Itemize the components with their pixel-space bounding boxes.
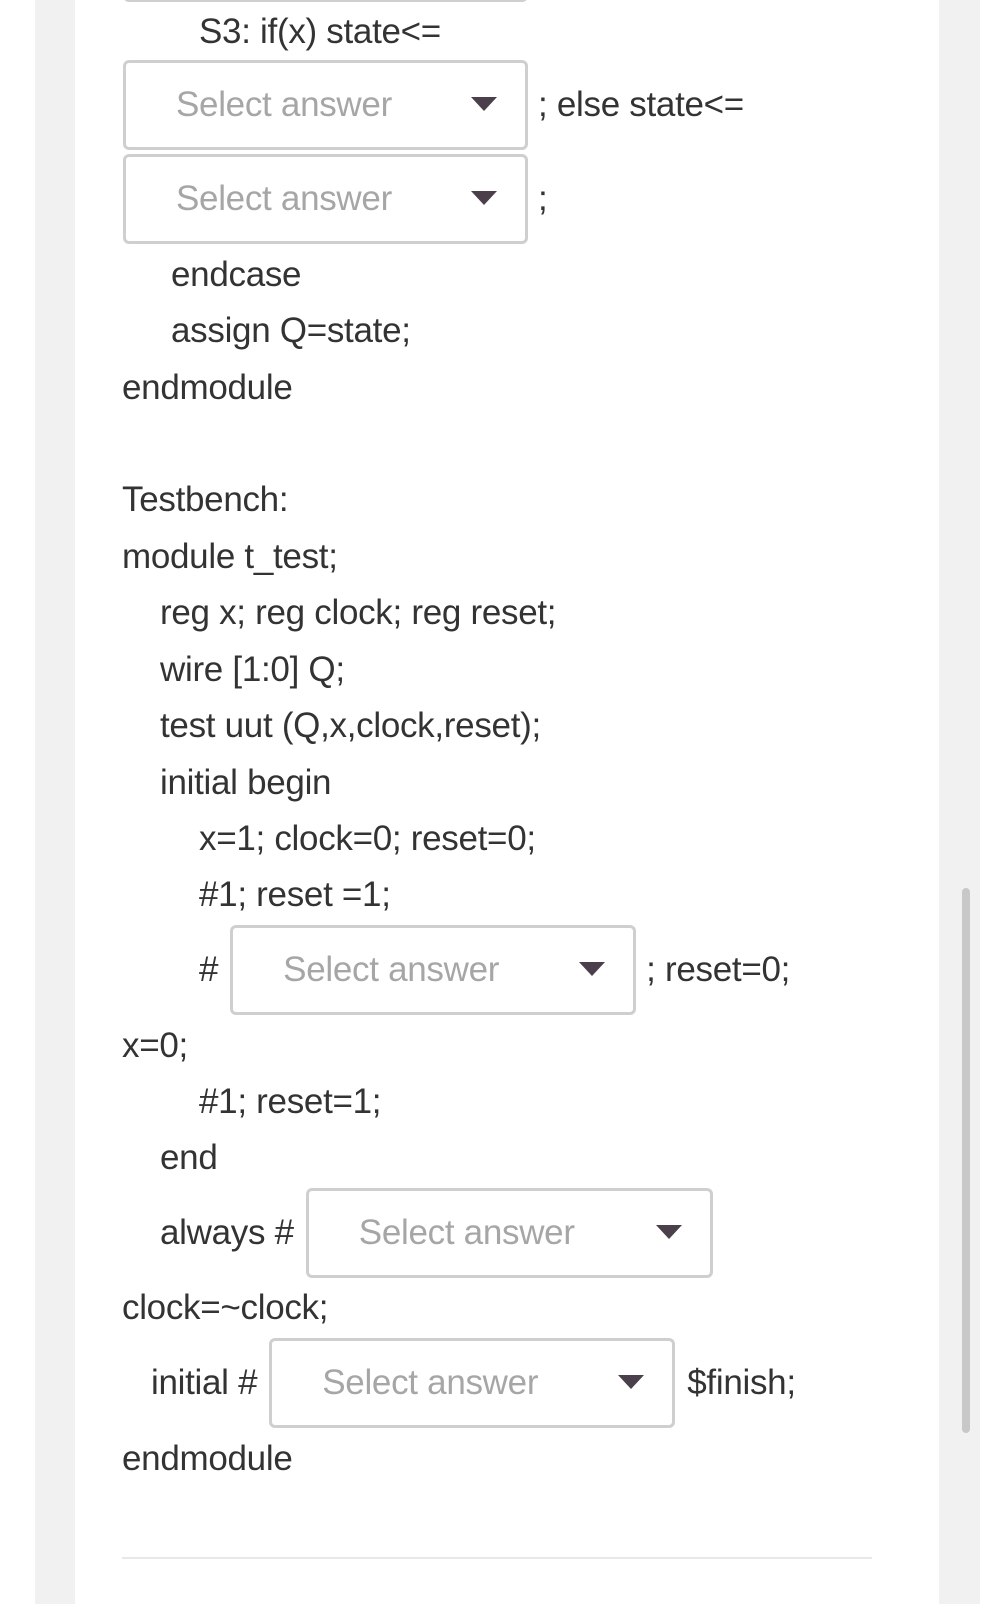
code-semicolon: ; (538, 179, 548, 218)
code-reset-zero: ; reset=0; (646, 950, 791, 989)
answer-select-finish-delay[interactable]: Select answer (269, 1338, 676, 1428)
code-finish: $finish; (687, 1363, 796, 1402)
select-row-always: always # Select answer (160, 1188, 713, 1278)
select-row-2: Select answer ; (123, 154, 548, 244)
code-clock-toggle: clock=~clock; (122, 1288, 329, 1327)
answer-select-clock-period[interactable]: Select answer (305, 1188, 713, 1278)
answer-select-s3-if[interactable]: Select answer (123, 60, 528, 150)
select-placeholder: Select answer (322, 1363, 539, 1402)
code-wire: wire [1:0] Q; (160, 650, 345, 689)
page-left-margin (35, 0, 75, 1604)
select-placeholder: Select answer (358, 1213, 575, 1252)
previous-answer-select[interactable] (123, 0, 528, 2)
code-delay-reset2: #1; reset=1; (199, 1082, 382, 1121)
code-else-state: ; else state<= (538, 85, 744, 124)
code-hash: # (199, 950, 219, 989)
answer-select-reset-delay[interactable]: Select answer (230, 925, 637, 1015)
testbench-heading: Testbench: (122, 480, 289, 519)
dropdown-arrow-icon (471, 97, 497, 111)
code-init-values: x=1; clock=0; reset=0; (199, 819, 536, 858)
dropdown-arrow-icon (655, 1225, 682, 1239)
code-initial-begin: initial begin (160, 763, 332, 802)
select-placeholder: Select answer (176, 85, 392, 124)
code-uut: test uut (Q,x,clock,reset); (160, 706, 541, 745)
dropdown-arrow-icon (471, 191, 497, 205)
code-delay-reset: #1; reset =1; (199, 875, 391, 914)
code-end: end (160, 1138, 218, 1177)
code-endcase: endcase (171, 255, 302, 294)
scrollbar-thumb[interactable] (962, 888, 970, 1433)
scrollbar-track[interactable] (939, 0, 980, 1604)
dropdown-arrow-icon (579, 962, 606, 976)
section-divider (122, 1557, 872, 1559)
dropdown-arrow-icon (618, 1375, 645, 1389)
code-regs: reg x; reg clock; reg reset; (160, 593, 557, 632)
select-row-finish: initial # Select answer $finish; (151, 1338, 796, 1428)
code-module-decl: module t_test; (122, 537, 338, 576)
code-line-s3: S3: if(x) state<= (199, 12, 441, 51)
select-placeholder: Select answer (283, 950, 500, 989)
code-always: always # (160, 1213, 294, 1252)
code-initial-hash: initial # (151, 1363, 258, 1402)
code-endmodule: endmodule (122, 368, 293, 407)
code-x-zero: x=0; (122, 1026, 188, 1065)
answer-select-s3-else[interactable]: Select answer (123, 154, 528, 244)
code-assign: assign Q=state; (171, 311, 411, 350)
select-row-1: Select answer ; else state<= (123, 60, 744, 150)
select-placeholder: Select answer (176, 179, 392, 218)
select-row-3: # Select answer ; reset=0; (199, 925, 790, 1015)
code-endmodule-testbench: endmodule (122, 1439, 293, 1478)
